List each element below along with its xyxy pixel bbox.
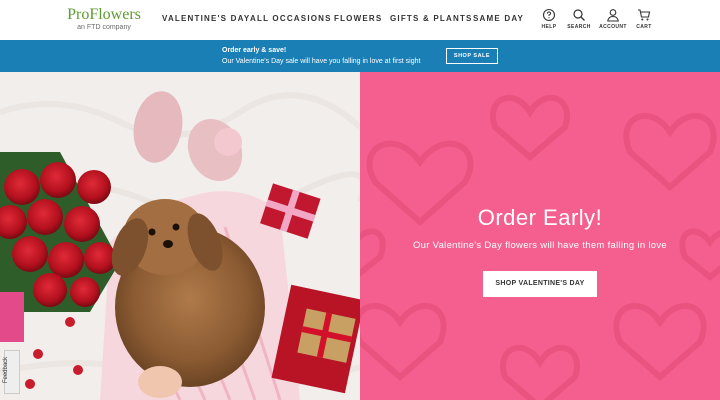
hero-image <box>0 72 360 400</box>
nav-gifts-plants[interactable]: GIFTS & PLANTS <box>390 14 473 23</box>
promo-banner: Order early & save! Our Valentine's Day … <box>0 40 720 72</box>
nav-flowers[interactable]: FLOWERS <box>334 14 382 23</box>
shop-valentines-day-button[interactable]: SHOP VALENTINE'S DAY <box>483 271 597 297</box>
logo-brand: ProFlowers <box>67 6 141 23</box>
cart-icon <box>638 9 651 21</box>
nav-all-occasions[interactable]: ALL OCCASIONS <box>250 14 332 23</box>
search-icon <box>573 9 585 21</box>
hero-photo-illustration <box>0 72 360 400</box>
proflowers-logo[interactable]: ProFlowers an FTD company <box>64 6 144 36</box>
site-header: ProFlowers an FTD company VALENTINE'S DA… <box>0 0 720 40</box>
promo-text: Our Valentine's Day sale will have you f… <box>222 58 421 65</box>
feedback-tab[interactable]: Feedback <box>3 350 20 394</box>
nav-same-day[interactable]: SAME DAY <box>473 14 524 23</box>
feedback-label: Feedback <box>3 356 10 384</box>
hearts-pattern <box>360 94 720 400</box>
logo-tagline: an FTD company <box>77 24 131 31</box>
account-icon <box>607 9 619 22</box>
cart-label: CART <box>636 24 652 30</box>
help-icon <box>542 8 556 22</box>
hero-subtitle: Our Valentine's Day flowers will have th… <box>412 240 667 251</box>
cart-link[interactable]: CART <box>624 8 664 30</box>
hero-panel: Order Early! Our Valentine's Day flowers… <box>360 72 720 400</box>
promo-title: Order early & save! <box>222 47 287 54</box>
nav-valentines-day[interactable]: VALENTINE'S DAY <box>162 14 250 23</box>
shop-sale-button[interactable]: SHOP SALE <box>446 48 498 64</box>
hero-title: Order Early! <box>477 205 603 230</box>
